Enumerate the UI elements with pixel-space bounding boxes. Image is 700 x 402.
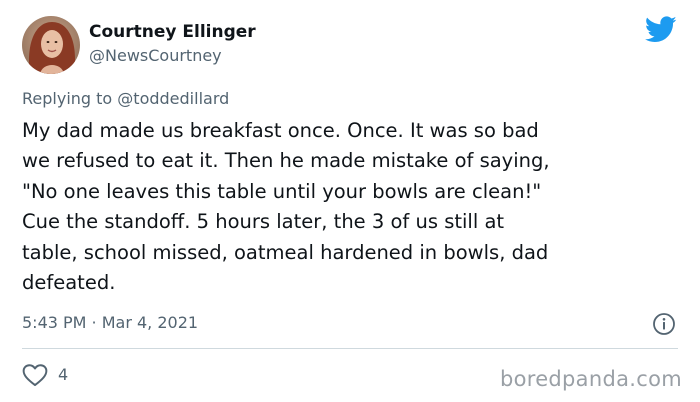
replying-to-line: Replying to @toddedillard bbox=[22, 88, 229, 110]
twitter-bird-icon bbox=[644, 16, 677, 44]
tweet-timestamp[interactable]: 5:43 PM · Mar 4, 2021 bbox=[22, 312, 198, 334]
reply-mention-link[interactable]: @toddedillard bbox=[117, 89, 229, 108]
replying-to-label: Replying to bbox=[22, 89, 113, 108]
divider bbox=[22, 348, 678, 349]
tweet-text: My dad made us breakfast once. Once. It … bbox=[22, 119, 550, 295]
heart-icon[interactable] bbox=[22, 363, 48, 387]
info-icon[interactable] bbox=[652, 312, 676, 336]
boredpanda-watermark: boredpanda.com bbox=[499, 367, 682, 391]
author-handle[interactable]: @NewsCourtney bbox=[89, 46, 222, 66]
author-display-name[interactable]: Courtney Ellinger bbox=[89, 21, 256, 43]
avatar[interactable] bbox=[22, 16, 80, 74]
like-count: 4 bbox=[58, 365, 69, 384]
